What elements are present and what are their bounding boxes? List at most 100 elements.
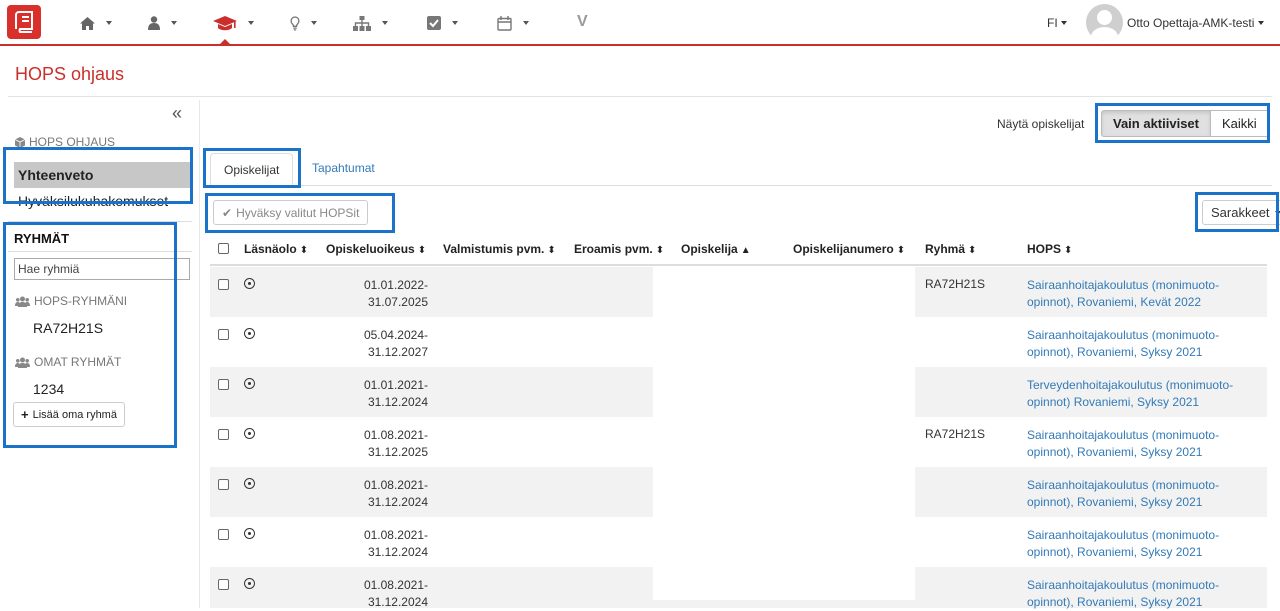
approve-label: Hyväksy valitut HOPSit bbox=[236, 205, 360, 220]
user-menu[interactable]: Otto Opettaja-AMK-testi bbox=[1086, 4, 1265, 41]
nav-ideas[interactable] bbox=[290, 12, 317, 34]
study-right-dates: 01.08.2021- 31.12.2024 bbox=[363, 578, 428, 609]
hops-link[interactable]: Sairaanhoitajakoulutus (monimuoto-opinno… bbox=[1027, 427, 1262, 461]
row-checkbox[interactable] bbox=[218, 529, 229, 540]
sort-icon: ⬍ bbox=[299, 245, 309, 256]
chevron-down-icon bbox=[382, 21, 388, 25]
lightbulb-icon bbox=[290, 15, 300, 30]
check-icon: ✔ bbox=[222, 205, 233, 220]
nav-v-link[interactable]: V bbox=[577, 13, 588, 31]
row-group: RA72H21S bbox=[925, 427, 986, 441]
tab-tapahtumat[interactable]: Tapahtumat bbox=[312, 161, 375, 175]
sort-icon: ⬍ bbox=[417, 245, 427, 256]
groups-divider bbox=[8, 251, 192, 252]
language-selector[interactable]: FI bbox=[1047, 16, 1067, 30]
chevron-down-icon bbox=[452, 21, 458, 25]
column-header-opiskelijanumero[interactable]: Opiskelijanumero ⬍ bbox=[793, 242, 905, 256]
nav-home[interactable] bbox=[80, 12, 112, 34]
presence-icon[interactable] bbox=[244, 528, 255, 539]
show-students-label: Näytä opiskelijat bbox=[997, 117, 1085, 131]
filter-active-button[interactable]: Vain aktiiviset bbox=[1101, 110, 1211, 137]
add-group-label: Lisää oma ryhmä bbox=[32, 408, 117, 421]
presence-icon[interactable] bbox=[244, 278, 255, 289]
group-item[interactable]: RA72H21S bbox=[33, 320, 103, 336]
presence-icon[interactable] bbox=[244, 328, 255, 339]
own-groups-header: OMAT RYHMÄT bbox=[15, 355, 121, 369]
hops-link[interactable]: Sairaanhoitajakoulutus (monimuoto-opinno… bbox=[1027, 277, 1262, 311]
column-header-hops[interactable]: HOPS ⬍ bbox=[1027, 242, 1072, 256]
checkbox-icon bbox=[427, 16, 441, 30]
column-header-opiskelija[interactable]: Opiskelija ▲ bbox=[681, 242, 751, 256]
plus-icon: + bbox=[21, 407, 29, 422]
hops-link[interactable]: Sairaanhoitajakoulutus (monimuoto-opinno… bbox=[1027, 477, 1262, 511]
home-icon bbox=[80, 16, 95, 30]
column-header-valmistumis[interactable]: Valmistumis pvm. ⬍ bbox=[443, 242, 556, 256]
study-right-dates: 01.01.2022- 31.07.2025 bbox=[363, 278, 428, 309]
hops-link[interactable]: Sairaanhoitajakoulutus (monimuoto-opinno… bbox=[1027, 327, 1262, 361]
active-nav-indicator bbox=[219, 39, 231, 45]
chevron-down-icon bbox=[523, 21, 529, 25]
groups-title: RYHMÄT bbox=[14, 231, 70, 246]
presence-icon[interactable] bbox=[244, 428, 255, 439]
group-item[interactable]: 1234 bbox=[33, 381, 64, 397]
filter-all-button[interactable]: Kaikki bbox=[1211, 110, 1269, 137]
row-checkbox[interactable] bbox=[218, 479, 229, 490]
study-right-dates: 01.08.2021- 31.12.2024 bbox=[363, 478, 428, 509]
app-logo[interactable] bbox=[7, 5, 41, 39]
presence-icon[interactable] bbox=[244, 378, 255, 389]
avatar bbox=[1086, 4, 1123, 41]
nav-structure[interactable] bbox=[353, 12, 388, 34]
row-checkbox[interactable] bbox=[218, 279, 229, 290]
collapse-sidebar-button[interactable]: « bbox=[172, 103, 182, 123]
select-all-checkbox[interactable] bbox=[218, 243, 229, 254]
chevron-down-icon bbox=[248, 21, 254, 25]
nav-user[interactable] bbox=[148, 12, 177, 34]
row-checkbox[interactable] bbox=[218, 329, 229, 340]
sort-icon: ▲ bbox=[740, 245, 751, 256]
top-navbar: V FI Otto Opettaja-AMK-testi bbox=[0, 0, 1280, 46]
row-checkbox[interactable] bbox=[218, 429, 229, 440]
hops-link[interactable]: Terveydenhoitajakoulutus (monimuoto-opin… bbox=[1027, 377, 1262, 411]
sort-icon: ⬍ bbox=[1064, 245, 1073, 256]
row-checkbox[interactable] bbox=[218, 379, 229, 390]
user-name: Otto Opettaja-AMK-testi bbox=[1127, 15, 1255, 30]
redacted-area bbox=[653, 266, 915, 600]
nav-studies[interactable] bbox=[213, 12, 254, 34]
sidebar-item-hyvaksilukuhakemukset[interactable]: Hyväksilukuhakemukset bbox=[18, 193, 168, 209]
chevron-down-icon bbox=[1274, 210, 1280, 215]
nav-tasks[interactable] bbox=[427, 12, 458, 34]
notebook-icon bbox=[15, 11, 33, 33]
users-icon bbox=[15, 296, 30, 307]
chevron-down-icon bbox=[1060, 21, 1067, 25]
column-header-ryhma[interactable]: Ryhmä ⬍ bbox=[925, 242, 976, 256]
column-header-opiskeluoikeus[interactable]: Opiskeluoikeus ⬍ bbox=[326, 242, 426, 256]
user-icon bbox=[148, 16, 160, 30]
columns-label: Sarakkeet bbox=[1211, 205, 1270, 220]
own-groups-label: OMAT RYHMÄT bbox=[34, 355, 122, 369]
sidebar-item-yhteenveto[interactable]: Yhteenveto bbox=[14, 162, 190, 188]
add-group-button[interactable]: + Lisää oma ryhmä bbox=[13, 402, 125, 427]
study-right-dates: 01.08.2021- 31.12.2025 bbox=[363, 428, 428, 459]
hops-link[interactable]: Sairaanhoitajakoulutus (monimuoto-opinno… bbox=[1027, 577, 1262, 611]
calendar-icon bbox=[497, 15, 512, 31]
group-search-input[interactable] bbox=[14, 258, 190, 280]
presence-icon[interactable] bbox=[244, 578, 255, 589]
sidebar-section-header: HOPS OHJAUS bbox=[15, 135, 115, 149]
approve-selected-button[interactable]: ✔ Hyväksy valitut HOPSit bbox=[213, 200, 369, 225]
chevron-down-icon bbox=[311, 21, 317, 25]
sort-icon: ⬍ bbox=[655, 245, 665, 256]
sort-icon: ⬍ bbox=[547, 245, 556, 256]
hops-groups-label: HOPS-RYHMÄNI bbox=[34, 294, 128, 308]
chevron-down-icon bbox=[106, 21, 112, 25]
page-title: HOPS ohjaus bbox=[15, 64, 125, 84]
row-checkbox[interactable] bbox=[218, 579, 229, 590]
graduation-cap-icon bbox=[213, 15, 237, 30]
columns-button[interactable]: Sarakkeet bbox=[1202, 200, 1280, 225]
hops-link[interactable]: Sairaanhoitajakoulutus (monimuoto-opinno… bbox=[1027, 527, 1262, 561]
column-header-eroamis[interactable]: Eroamis pvm. ⬍ bbox=[574, 242, 664, 256]
nav-calendar[interactable] bbox=[497, 12, 529, 34]
tabs-divider bbox=[207, 185, 1272, 186]
presence-icon[interactable] bbox=[244, 478, 255, 489]
column-header-lasnaolo[interactable]: Läsnäolo ⬍ bbox=[244, 242, 308, 256]
tab-opiskelijat[interactable]: Opiskelijat bbox=[210, 153, 294, 186]
